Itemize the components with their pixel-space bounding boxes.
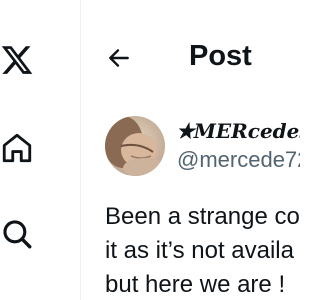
nav-explore[interactable] (0, 210, 40, 258)
page-title: Post (189, 40, 252, 72)
post-text-line: Been a strange co (105, 203, 300, 230)
back-button[interactable] (103, 42, 135, 74)
post-header: Post (81, 0, 300, 112)
arrow-left-icon (109, 49, 129, 67)
nav-home-logo[interactable] (0, 36, 40, 84)
nav-home[interactable] (0, 124, 40, 172)
avatar[interactable] (105, 116, 165, 176)
search-icon (3, 220, 32, 249)
home-icon (2, 133, 32, 163)
post-text-line: it as it’s not availa (105, 237, 294, 264)
avatar-photo (105, 116, 165, 176)
post-text: Been a strange co it as it’s not availa … (105, 200, 300, 300)
app-frame: Post ✭� (0, 0, 300, 300)
x-logo-icon (1, 46, 33, 74)
main-column: Post ✭� (81, 0, 300, 300)
post-text-line: but here we are ! (105, 271, 286, 298)
user-handle[interactable]: @mercede72 (177, 146, 300, 174)
display-name[interactable]: ✭𝑴𝑬𝑹𝒄𝒆𝒅𝒆𝒔 (177, 118, 300, 144)
left-nav (0, 0, 80, 300)
